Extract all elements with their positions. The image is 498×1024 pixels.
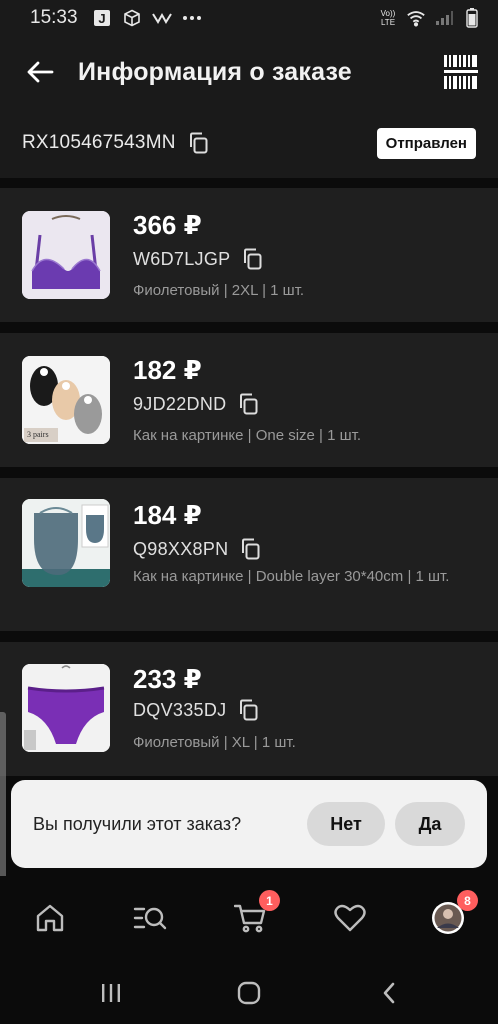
product-image (22, 211, 110, 299)
tracking-number: RX105467543MN (22, 132, 176, 153)
order-tracking-row: RX105467543MN Отправлен (0, 108, 498, 178)
vk-icon (151, 8, 172, 28)
barcode-icon (444, 55, 478, 89)
order-item[interactable]: 3 pairs 182 ₽ 9JD22DND Как на картинке |… (0, 333, 498, 467)
order-received-prompt: Вы получили этот заказ? Нет Да (11, 780, 487, 868)
item-sku: 9JD22DND (133, 393, 227, 414)
j-app-icon: J (92, 8, 112, 28)
copy-tracking-button[interactable] (186, 130, 212, 156)
order-status-badge: Отправлен (376, 127, 476, 159)
item-sku-row: W6D7LJGP (133, 246, 266, 272)
arrow-left-icon (27, 61, 54, 83)
product-image (22, 499, 110, 587)
item-sku: DQV335DJ (133, 699, 227, 720)
item-price: 366 ₽ (133, 210, 202, 240)
image-caption: 3 pairs (27, 430, 49, 439)
copy-icon (240, 699, 258, 721)
copy-icon (244, 248, 262, 270)
recent-apps-button[interactable] (96, 978, 126, 1008)
home-icon (36, 904, 64, 932)
status-bar: 15:33 J Vo)) LTE (0, 0, 498, 36)
yes-button[interactable]: Да (395, 802, 465, 846)
volte-label: Vo)) LTE (380, 9, 396, 27)
order-item[interactable]: 233 ₽ DQV335DJ Фиолетовый | XL | 1 шт. (0, 642, 498, 776)
package-icon (122, 8, 142, 28)
home-circle-icon (237, 981, 261, 1005)
more-notifications-icon (182, 8, 202, 28)
nav-profile[interactable]: 8 (428, 890, 478, 938)
item-details: Фиолетовый | XL | 1 шт. (133, 734, 296, 751)
item-details: Как на картинке | Double layer 30*40cm |… (133, 568, 450, 585)
item-sku: Q98XX8PN (133, 538, 229, 559)
nav-home[interactable] (30, 898, 70, 938)
product-image (22, 664, 110, 752)
recent-apps-icon (102, 984, 120, 1002)
header: Информация о заказе (0, 36, 498, 108)
copy-sku-button[interactable] (238, 536, 264, 562)
copy-sku-button[interactable] (236, 391, 262, 417)
catalog-search-icon (133, 907, 167, 930)
home-system-button[interactable] (234, 978, 264, 1008)
system-nav-bar (0, 964, 498, 1024)
order-item[interactable]: 366 ₽ W6D7LJGP Фиолетовый | 2XL | 1 шт. (0, 188, 498, 322)
profile-badge: 8 (457, 890, 478, 911)
no-button[interactable]: Нет (307, 802, 385, 846)
copy-icon (242, 538, 260, 560)
edge-panel-handle[interactable] (0, 712, 6, 902)
order-item[interactable]: 184 ₽ Q98XX8PN Как на картинке | Double … (0, 478, 498, 631)
back-button[interactable] (24, 56, 56, 88)
item-price: 182 ₽ (133, 355, 202, 385)
heart-icon (334, 904, 366, 932)
item-sku-row: Q98XX8PN (133, 536, 264, 562)
status-time: 15:33 (30, 7, 78, 28)
bottom-nav: 1 8 (0, 876, 498, 964)
status-notification-icons: J (92, 8, 202, 28)
item-sku-row: DQV335DJ (133, 697, 262, 723)
copy-sku-button[interactable] (236, 697, 262, 723)
signal-icon (434, 8, 454, 28)
cart-badge: 1 (259, 890, 280, 911)
item-sku-row: 9JD22DND (133, 391, 262, 417)
item-details: Фиолетовый | 2XL | 1 шт. (133, 282, 305, 299)
nav-catalog-search[interactable] (130, 898, 170, 938)
chevron-left-icon (383, 982, 395, 1004)
copy-sku-button[interactable] (240, 246, 266, 272)
status-system-icons: Vo)) LTE (378, 8, 482, 28)
item-price: 233 ₽ (133, 664, 202, 694)
nav-cart[interactable]: 1 (230, 890, 280, 938)
item-price: 184 ₽ (133, 500, 202, 530)
system-back-button[interactable] (374, 978, 404, 1008)
page-title: Информация о заказе (78, 57, 352, 86)
svg-text:J: J (98, 11, 105, 26)
copy-icon (240, 393, 258, 415)
item-sku: W6D7LJGP (133, 248, 231, 269)
nav-favorites[interactable] (330, 898, 370, 938)
product-image: 3 pairs (22, 356, 110, 444)
copy-icon (189, 132, 208, 154)
battery-icon (462, 8, 482, 28)
item-details: Как на картинке | One size | 1 шт. (133, 427, 362, 444)
prompt-question: Вы получили этот заказ? (33, 813, 242, 834)
wifi-icon (406, 8, 426, 28)
barcode-button[interactable] (442, 53, 480, 91)
